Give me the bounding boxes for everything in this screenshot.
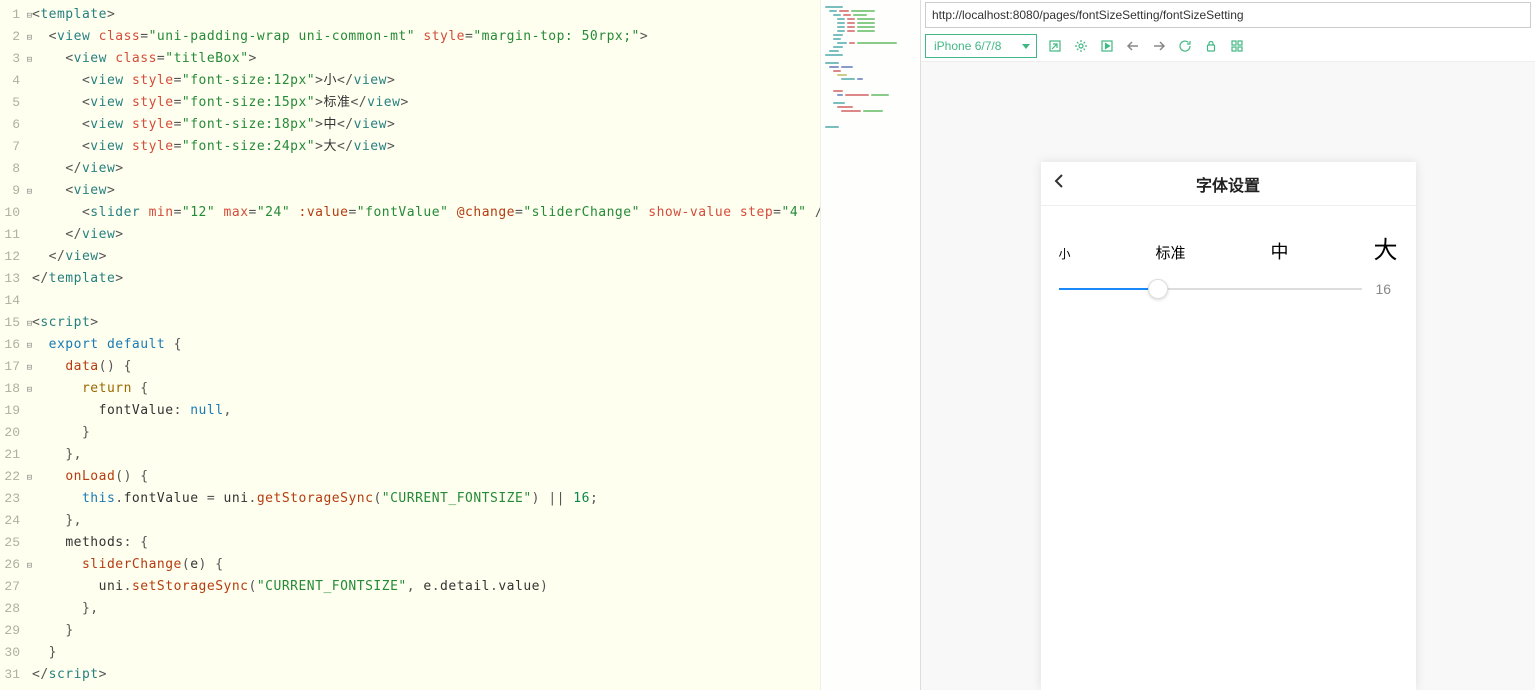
qrcode-icon[interactable] (1229, 38, 1245, 54)
back-icon[interactable] (1125, 38, 1141, 54)
refresh-icon[interactable] (1177, 38, 1193, 54)
url-bar[interactable]: http://localhost:8080/pages/fontSizeSett… (925, 2, 1531, 28)
preview-toolbar: iPhone 6/7/8 (921, 30, 1535, 62)
label-large: 大 (1373, 230, 1397, 265)
lock-icon[interactable] (1203, 38, 1219, 54)
label-standard: 标准 (1156, 242, 1186, 263)
slider-value: 16 (1376, 281, 1398, 297)
code-area[interactable]: <template> <view class="uni-padding-wrap… (32, 0, 820, 690)
export-icon[interactable] (1047, 38, 1063, 54)
forward-icon[interactable] (1151, 38, 1167, 54)
font-size-labels: 小 标准 中 大 (1041, 206, 1416, 275)
gutter: 1⊟ 2⊟ 3⊟ 4 5 6 7 8 9⊟ 10 11 12 13 14 15⊟… (0, 0, 32, 690)
minimap[interactable] (820, 0, 920, 690)
code-editor-pane: 1⊟ 2⊟ 3⊟ 4 5 6 7 8 9⊟ 10 11 12 13 14 15⊟… (0, 0, 920, 690)
settings-icon[interactable] (1073, 38, 1089, 54)
font-size-slider[interactable]: 16 (1041, 275, 1416, 317)
slider-track[interactable] (1059, 288, 1362, 290)
label-medium: 中 (1271, 238, 1289, 264)
page-title: 字体设置 (1041, 172, 1416, 196)
slider-thumb[interactable] (1148, 279, 1168, 299)
device-select[interactable]: iPhone 6/7/8 (925, 34, 1037, 58)
page-header: 字体设置 (1041, 162, 1416, 206)
label-small: 小 (1059, 245, 1071, 262)
preview-pane: http://localhost:8080/pages/fontSizeSett… (920, 0, 1535, 690)
slider-fill (1059, 288, 1159, 290)
device-frame: 字体设置 小 标准 中 大 16 (1041, 162, 1416, 690)
run-icon[interactable] (1099, 38, 1115, 54)
back-arrow-icon[interactable] (1053, 172, 1065, 196)
preview-canvas: 字体设置 小 标准 中 大 16 (921, 62, 1535, 690)
